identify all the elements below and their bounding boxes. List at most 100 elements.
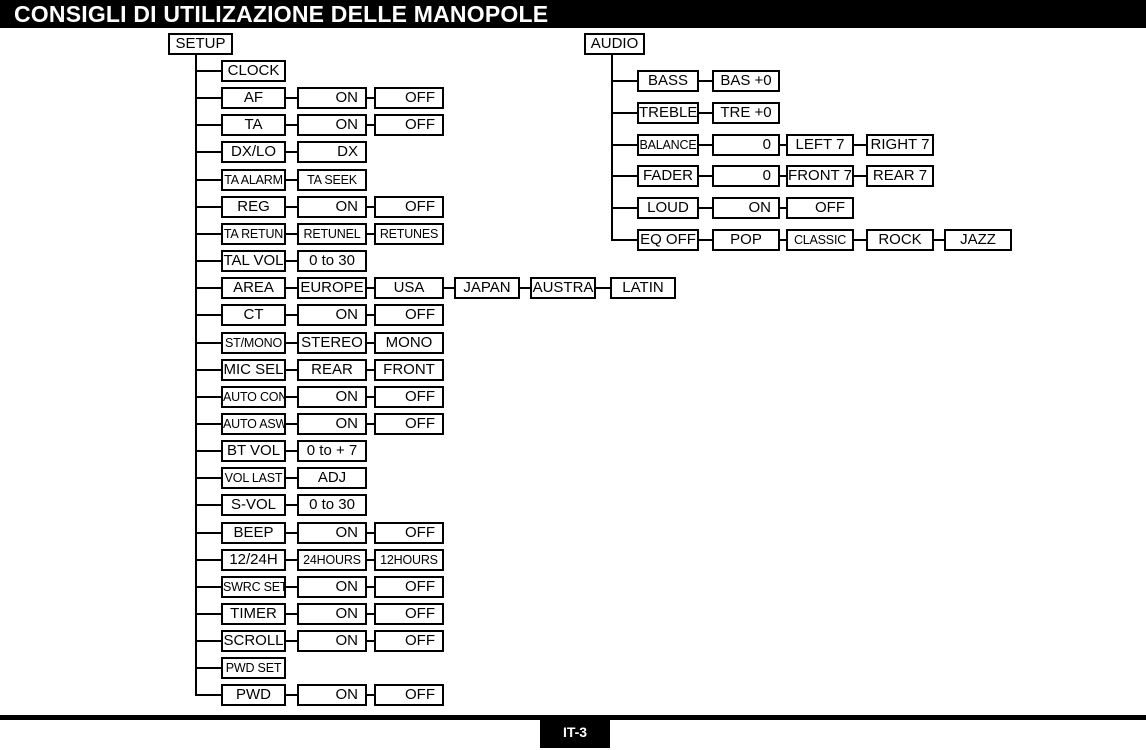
menu-item-st-mono[interactable]: ST/MONO bbox=[221, 332, 286, 354]
page-number-label: IT-3 bbox=[562, 724, 588, 740]
tree-connector bbox=[286, 206, 297, 208]
menu-value-0[interactable]: 0 bbox=[712, 134, 780, 156]
menu-value-24hours[interactable]: 24HOURS bbox=[297, 549, 367, 571]
menu-item-ta-alarm[interactable]: TA ALARM bbox=[221, 169, 286, 191]
menu-value-front-7[interactable]: FRONT 7 bbox=[786, 165, 854, 187]
menu-value-off[interactable]: OFF bbox=[374, 684, 444, 706]
tree-root-setup[interactable]: SETUP bbox=[168, 33, 233, 55]
menu-item-eq-off[interactable]: EQ OFF bbox=[637, 229, 699, 251]
menu-item-reg[interactable]: REG bbox=[221, 196, 286, 218]
menu-item-area[interactable]: AREA bbox=[221, 277, 286, 299]
menu-value-retunes[interactable]: RETUNES bbox=[374, 223, 444, 245]
menu-value-on[interactable]: ON bbox=[297, 522, 367, 544]
menu-item-ct[interactable]: CT bbox=[221, 304, 286, 326]
tree-branch bbox=[195, 151, 221, 153]
menu-value-latin[interactable]: LATIN bbox=[610, 277, 676, 299]
menu-item-scroll[interactable]: SCROLL bbox=[221, 630, 286, 652]
menu-value-stereo[interactable]: STEREO bbox=[297, 332, 367, 354]
menu-item-treble[interactable]: TREBLE bbox=[637, 102, 699, 124]
menu-value-left-7[interactable]: LEFT 7 bbox=[786, 134, 854, 156]
menu-value-on[interactable]: ON bbox=[297, 87, 367, 109]
menu-item-mic-sel[interactable]: MIC SEL bbox=[221, 359, 286, 381]
menu-value-on[interactable]: ON bbox=[297, 114, 367, 136]
menu-value-mono[interactable]: MONO bbox=[374, 332, 444, 354]
menu-value-off[interactable]: OFF bbox=[374, 576, 444, 598]
menu-item-timer[interactable]: TIMER bbox=[221, 603, 286, 625]
menu-value-off[interactable]: OFF bbox=[374, 522, 444, 544]
menu-value-europe[interactable]: EUROPE bbox=[297, 277, 367, 299]
menu-item-pwd-set[interactable]: PWD SET bbox=[221, 657, 286, 679]
tree-connector bbox=[286, 260, 297, 262]
menu-value-usa[interactable]: USA bbox=[374, 277, 444, 299]
menu-value-on[interactable]: ON bbox=[297, 386, 367, 408]
menu-value-rock[interactable]: ROCK bbox=[866, 229, 934, 251]
menu-value-off[interactable]: OFF bbox=[374, 630, 444, 652]
tree-connector bbox=[854, 144, 866, 146]
menu-value-0[interactable]: 0 bbox=[712, 165, 780, 187]
menu-value-austra[interactable]: AUSTRA bbox=[530, 277, 596, 299]
menu-item-s-vol[interactable]: S-VOL bbox=[221, 494, 286, 516]
tree-connector bbox=[367, 124, 374, 126]
menu-value-0-to-7[interactable]: 0 to + 7 bbox=[297, 440, 367, 462]
menu-value-on[interactable]: ON bbox=[297, 304, 367, 326]
page-number-tab: IT-3 bbox=[540, 715, 610, 748]
menu-value-on[interactable]: ON bbox=[297, 603, 367, 625]
menu-value-jazz[interactable]: JAZZ bbox=[944, 229, 1012, 251]
tree-branch bbox=[195, 233, 221, 235]
tree-root-audio[interactable]: AUDIO bbox=[584, 33, 645, 55]
menu-value-front[interactable]: FRONT bbox=[374, 359, 444, 381]
menu-value-off[interactable]: OFF bbox=[374, 196, 444, 218]
menu-item-fader[interactable]: FADER bbox=[637, 165, 699, 187]
tree-branch bbox=[195, 586, 221, 588]
menu-value-off[interactable]: OFF bbox=[374, 114, 444, 136]
menu-value-off[interactable]: OFF bbox=[374, 603, 444, 625]
menu-item-tal-vol[interactable]: TAL VOL bbox=[221, 250, 286, 272]
menu-value-off[interactable]: OFF bbox=[374, 386, 444, 408]
menu-item-balance[interactable]: BALANCE bbox=[637, 134, 699, 156]
menu-value-on[interactable]: ON bbox=[297, 196, 367, 218]
menu-value-on[interactable]: ON bbox=[297, 413, 367, 435]
menu-value-retunel[interactable]: RETUNEL bbox=[297, 223, 367, 245]
menu-item-bt-vol[interactable]: BT VOL bbox=[221, 440, 286, 462]
menu-item-bass[interactable]: BASS bbox=[637, 70, 699, 92]
tree-connector bbox=[444, 287, 454, 289]
menu-item-beep[interactable]: BEEP bbox=[221, 522, 286, 544]
menu-value-pop[interactable]: POP bbox=[712, 229, 780, 251]
menu-value-bas-0[interactable]: BAS +0 bbox=[712, 70, 780, 92]
menu-item-clock[interactable]: CLOCK bbox=[221, 60, 286, 82]
menu-value-japan[interactable]: JAPAN bbox=[454, 277, 520, 299]
menu-item-pwd[interactable]: PWD bbox=[221, 684, 286, 706]
menu-value-dx[interactable]: DX bbox=[297, 141, 367, 163]
tree-connector bbox=[286, 342, 297, 344]
tree-branch bbox=[195, 70, 221, 72]
menu-item-vol-last[interactable]: VOL LAST bbox=[221, 467, 286, 489]
menu-value-12hours[interactable]: 12HOURS bbox=[374, 549, 444, 571]
tree-connector bbox=[699, 175, 712, 177]
menu-value-right-7[interactable]: RIGHT 7 bbox=[866, 134, 934, 156]
menu-item-loud[interactable]: LOUD bbox=[637, 197, 699, 219]
menu-item-auto-asw[interactable]: AUTO ASW bbox=[221, 413, 286, 435]
menu-value-rear[interactable]: REAR bbox=[297, 359, 367, 381]
menu-value-classic[interactable]: CLASSIC bbox=[786, 229, 854, 251]
menu-item-swrc-set[interactable]: SWRC SET bbox=[221, 576, 286, 598]
menu-item-ta[interactable]: TA bbox=[221, 114, 286, 136]
menu-value-on[interactable]: ON bbox=[297, 630, 367, 652]
menu-value-on[interactable]: ON bbox=[297, 684, 367, 706]
menu-value-tre-0[interactable]: TRE +0 bbox=[712, 102, 780, 124]
menu-value-on[interactable]: ON bbox=[297, 576, 367, 598]
menu-value-0-to-30[interactable]: 0 to 30 bbox=[297, 494, 367, 516]
menu-value-off[interactable]: OFF bbox=[374, 304, 444, 326]
menu-value-ta-seek[interactable]: TA SEEK bbox=[297, 169, 367, 191]
menu-value-on[interactable]: ON bbox=[712, 197, 780, 219]
menu-value-adj[interactable]: ADJ bbox=[297, 467, 367, 489]
menu-value-off[interactable]: OFF bbox=[374, 413, 444, 435]
menu-item-dx-lo[interactable]: DX/LO bbox=[221, 141, 286, 163]
menu-value-rear-7[interactable]: REAR 7 bbox=[866, 165, 934, 187]
menu-item-auto-con[interactable]: AUTO CON bbox=[221, 386, 286, 408]
menu-item-12-24h[interactable]: 12/24H bbox=[221, 549, 286, 571]
menu-item-af[interactable]: AF bbox=[221, 87, 286, 109]
menu-value-off[interactable]: OFF bbox=[374, 87, 444, 109]
menu-value-off[interactable]: OFF bbox=[786, 197, 854, 219]
menu-item-ta-retun[interactable]: TA RETUN bbox=[221, 223, 286, 245]
menu-value-0-to-30[interactable]: 0 to 30 bbox=[297, 250, 367, 272]
